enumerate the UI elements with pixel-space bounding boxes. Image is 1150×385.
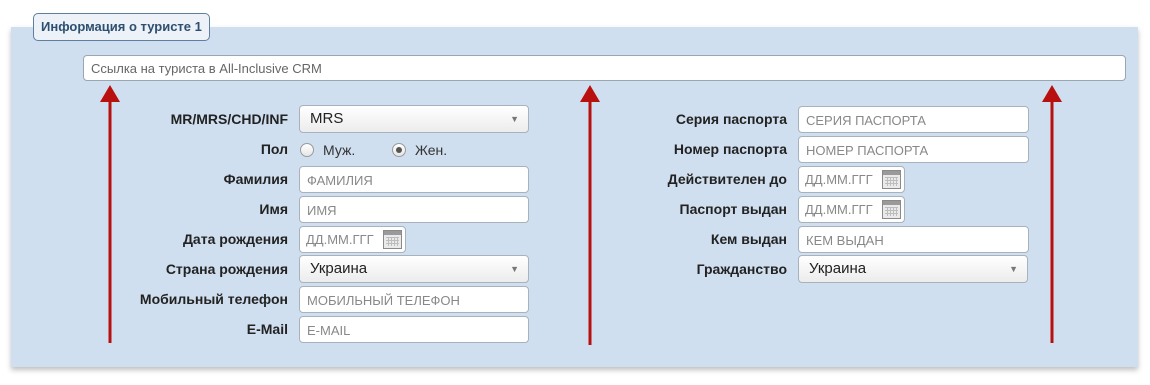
gender-male-label: Муж. bbox=[323, 142, 356, 158]
gender-male-radio[interactable]: Муж. bbox=[300, 142, 355, 158]
firstname-input[interactable] bbox=[299, 196, 529, 223]
email-input[interactable] bbox=[299, 316, 529, 343]
chevron-down-icon: ▼ bbox=[510, 264, 519, 274]
radio-circle-icon bbox=[300, 143, 314, 157]
chevron-down-icon: ▼ bbox=[1009, 264, 1018, 274]
birthdate-input[interactable] bbox=[300, 227, 380, 252]
title-select-value: MRS bbox=[310, 110, 344, 127]
passport-series-label: Серия паспорта bbox=[675, 111, 787, 127]
firstname-label: Имя bbox=[259, 201, 288, 217]
section-title: Информация о туристе 1 bbox=[33, 13, 210, 41]
gender-female-radio[interactable]: Жен. bbox=[392, 142, 447, 158]
issued-date-label: Паспорт выдан bbox=[679, 201, 787, 217]
valid-until-field bbox=[798, 166, 905, 193]
radio-selected-icon bbox=[392, 143, 406, 157]
lastname-input[interactable] bbox=[299, 166, 529, 193]
birth-country-label: Страна рождения bbox=[165, 261, 288, 277]
email-label: E-Mail bbox=[246, 321, 288, 337]
birthdate-field bbox=[299, 226, 406, 253]
birthdate-label: Дата рождения bbox=[182, 231, 288, 247]
title-select[interactable]: MRS ▼ bbox=[299, 105, 529, 133]
chevron-down-icon: ▼ bbox=[510, 114, 519, 124]
birth-country-select[interactable]: Украина ▼ bbox=[299, 255, 529, 283]
title-label: MR/MRS/CHD/INF bbox=[170, 111, 288, 127]
valid-until-input[interactable] bbox=[799, 167, 879, 192]
phone-label: Мобильный телефон bbox=[139, 291, 288, 307]
calendar-icon[interactable] bbox=[383, 230, 402, 249]
calendar-icon[interactable] bbox=[882, 170, 901, 189]
gender-female-label: Жен. bbox=[415, 142, 448, 158]
passport-series-input[interactable] bbox=[798, 106, 1029, 133]
citizenship-value: Украина bbox=[809, 260, 867, 277]
citizenship-select[interactable]: Украина ▼ bbox=[798, 255, 1028, 283]
passport-number-input[interactable] bbox=[798, 136, 1029, 163]
citizenship-label: Гражданство bbox=[696, 261, 787, 277]
valid-until-label: Действителен до bbox=[667, 171, 787, 187]
passport-number-label: Номер паспорта bbox=[673, 141, 787, 157]
issued-by-input[interactable] bbox=[798, 226, 1029, 253]
gender-label: Пол bbox=[260, 141, 288, 157]
crm-link-input[interactable] bbox=[83, 55, 1126, 81]
phone-input[interactable] bbox=[299, 286, 529, 313]
issued-date-field bbox=[798, 196, 905, 223]
issued-by-label: Кем выдан bbox=[710, 231, 787, 247]
calendar-icon[interactable] bbox=[882, 200, 901, 219]
issued-date-input[interactable] bbox=[799, 197, 879, 222]
lastname-label: Фамилия bbox=[223, 171, 288, 187]
birth-country-value: Украина bbox=[310, 260, 368, 277]
